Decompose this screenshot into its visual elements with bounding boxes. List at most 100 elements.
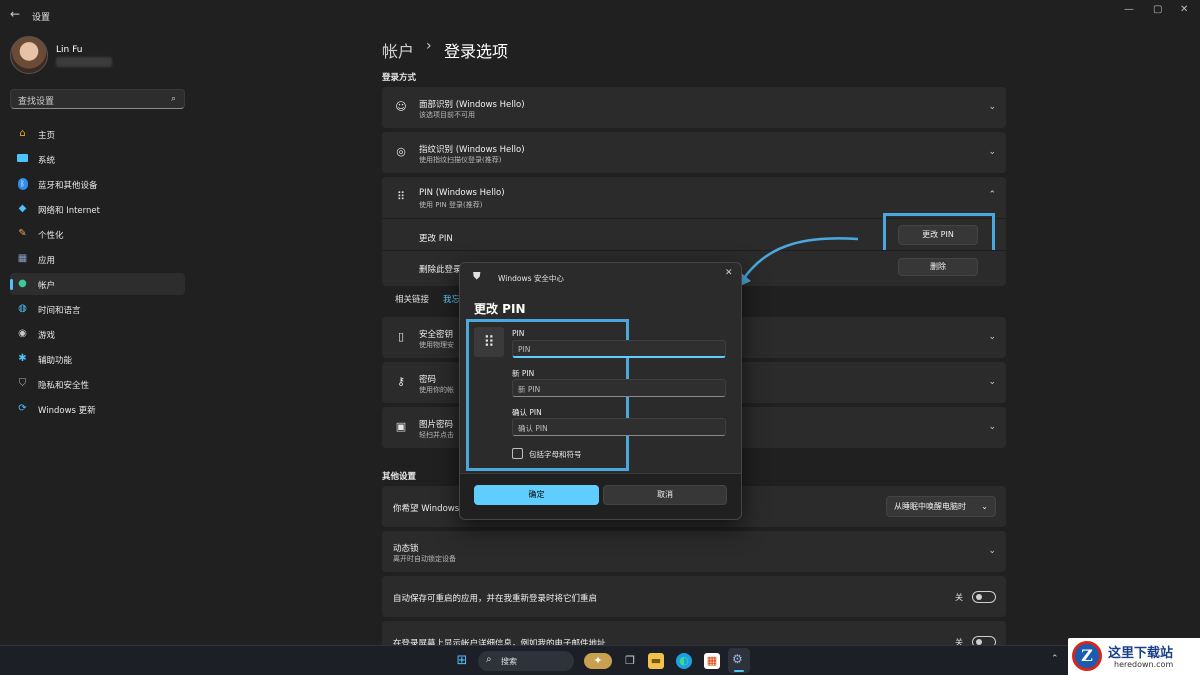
card-title: 动态锁: [393, 544, 419, 554]
dialog-caption: Windows 安全中心: [498, 274, 564, 283]
card-title: 你希望 Windows: [393, 504, 460, 514]
sidebar-item-label: 时间和语言: [38, 306, 81, 316]
dialog-close-icon[interactable]: ✕: [725, 268, 733, 278]
current-pin-input[interactable]: PIN: [512, 340, 726, 358]
sidebar-item-label: 辅助功能: [38, 356, 73, 366]
keypad-icon: ⠿: [396, 190, 406, 203]
forgot-pin-link[interactable]: 我忘: [443, 293, 460, 305]
new-pin-label: 新 PIN: [512, 369, 535, 378]
card-title: 面部识别 (Windows Hello): [419, 100, 525, 110]
chevron-down-icon[interactable]: ⌄: [988, 102, 996, 112]
search-input[interactable]: 查找设置 ⌕: [10, 89, 185, 109]
sidebar-item-privacy[interactable]: ⛉ 隐私和安全性: [10, 373, 185, 395]
update-icon: ⟳: [18, 403, 27, 414]
include-letters-checkbox[interactable]: [512, 448, 523, 459]
sidebar-item-home[interactable]: ⌂ 主页: [10, 123, 185, 145]
taskbar-search-placeholder: 搜索: [501, 657, 517, 666]
change-pin-dialog: ⛊ Windows 安全中心 ✕ 更改 PIN ⠿ PIN PIN 新 PIN …: [459, 262, 742, 520]
chevron-down-icon[interactable]: ⌄: [988, 422, 996, 432]
sidebar-item-label: 隐私和安全性: [38, 381, 90, 391]
breadcrumb-separator: ›: [426, 38, 432, 54]
edge-icon[interactable]: ◐: [676, 653, 692, 669]
window-title: 设置: [32, 13, 51, 23]
sidebar-item-personalization[interactable]: ✎ 个性化: [10, 223, 185, 245]
card-subtitle: 使用 PIN 登录(推荐): [419, 201, 483, 209]
sidebar-item-label: 游戏: [38, 331, 56, 341]
chevron-up-icon[interactable]: ⌃: [988, 190, 996, 200]
search-icon[interactable]: ⌕: [171, 94, 176, 104]
section-heading-other: 其他设置: [382, 472, 417, 482]
card-restart-apps: 自动保存可重启的应用，并在我重新登录时将它们重启 关: [382, 576, 1006, 617]
chevron-down-icon[interactable]: ⌄: [988, 377, 996, 387]
file-explorer-icon[interactable]: ▬: [648, 653, 664, 669]
watermark: Z 这里下载站 heredown.com: [1068, 638, 1200, 675]
dialog-title: 更改 PIN: [474, 302, 526, 316]
key-icon: ⚷: [396, 375, 406, 388]
title-bar: ← 设置 — ▢ ✕: [0, 0, 1200, 30]
taskbar-search[interactable]: ⌕ 搜索: [478, 651, 574, 671]
card-subtitle: 轻扫并点击: [419, 431, 454, 439]
picture-icon: ▣: [395, 420, 407, 433]
sidebar-item-bluetooth[interactable]: ᛒ 蓝牙和其他设备: [10, 173, 185, 195]
card-title: 在登录屏幕上显示帐户详细信息，例如我的电子邮件地址: [393, 639, 606, 645]
card-subtitle: 离开时自动锁定设备: [393, 555, 456, 563]
widgets-icon[interactable]: ✦: [584, 653, 612, 669]
face-icon: ☺: [395, 100, 407, 113]
toggle-state-label: 关: [955, 638, 963, 645]
sidebar-item-time-language[interactable]: ◍ 时间和语言: [10, 298, 185, 320]
account-details-toggle[interactable]: [972, 636, 996, 645]
card-subtitle: 该选项目前不可用: [419, 111, 475, 119]
chevron-down-icon: ⌄: [981, 502, 988, 511]
gaming-icon: ◉: [18, 328, 27, 339]
card-fingerprint[interactable]: ◎ 指纹识别 (Windows Hello) 使用指纹扫描仪登录(推荐) ⌄: [382, 132, 1006, 173]
close-icon[interactable]: ✕: [1180, 4, 1188, 15]
confirm-pin-input[interactable]: 确认 PIN: [512, 418, 726, 436]
new-pin-placeholder: 新 PIN: [518, 385, 541, 394]
store-icon[interactable]: ▦: [704, 653, 720, 669]
sidebar-item-label: 系统: [38, 156, 56, 166]
sidebar-item-apps[interactable]: ▦ 应用: [10, 248, 185, 270]
minimize-icon[interactable]: —: [1124, 4, 1134, 15]
globe-icon: ◍: [18, 303, 27, 314]
sidebar-item-network[interactable]: ◆ 网络和 Internet: [10, 198, 185, 220]
brush-icon: ✎: [18, 228, 27, 239]
remove-pin-label: 删除此登录: [419, 265, 462, 275]
page-title: 登录选项: [444, 42, 509, 61]
change-pin-button[interactable]: 更改 PIN: [898, 225, 978, 245]
chevron-down-icon[interactable]: ⌄: [988, 147, 996, 157]
sidebar-item-windows-update[interactable]: ⟳ Windows 更新: [10, 398, 185, 420]
confirm-pin-label: 确认 PIN: [512, 408, 542, 417]
search-placeholder: 查找设置: [18, 97, 55, 107]
bluetooth-icon: ᛒ: [16, 177, 29, 190]
remove-pin-button[interactable]: 删除: [898, 258, 978, 276]
user-email-redacted: [56, 57, 112, 67]
watermark-url: heredown.com: [1114, 660, 1174, 669]
sidebar-item-accessibility[interactable]: ✱ 辅助功能: [10, 348, 185, 370]
breadcrumb-parent[interactable]: 帐户: [382, 38, 414, 62]
require-signin-dropdown[interactable]: 从睡眠中唤醒电脑时 ⌄: [886, 496, 996, 517]
card-title: 指纹识别 (Windows Hello): [419, 145, 525, 155]
pin-label: PIN: [512, 329, 525, 338]
card-face-recognition[interactable]: ☺ 面部识别 (Windows Hello) 该选项目前不可用 ⌄: [382, 87, 1006, 128]
settings-taskbar-button[interactable]: ⚙: [728, 648, 750, 673]
sidebar-item-label: 个性化: [38, 231, 64, 241]
back-arrow-icon[interactable]: ←: [10, 7, 20, 21]
card-pin[interactable]: ⠿ PIN (Windows Hello) 使用 PIN 登录(推荐) ⌃: [382, 177, 1006, 218]
chevron-down-icon[interactable]: ⌄: [988, 332, 996, 342]
sidebar-item-gaming[interactable]: ◉ 游戏: [10, 323, 185, 345]
chevron-up-icon[interactable]: ⌃: [1051, 654, 1059, 664]
chevron-down-icon[interactable]: ⌄: [988, 546, 996, 556]
sidebar-item-accounts[interactable]: ● 帐户: [10, 273, 185, 295]
shield-icon: ⛉: [18, 378, 27, 389]
cancel-button[interactable]: 取消: [603, 485, 727, 505]
avatar[interactable]: [10, 36, 48, 74]
start-icon[interactable]: ⊞: [454, 653, 470, 669]
include-letters-label: 包括字母和符号: [529, 450, 582, 459]
task-view-icon[interactable]: ❐: [622, 653, 638, 669]
card-dynamic-lock[interactable]: 动态锁 离开时自动锁定设备 ⌄: [382, 531, 1006, 572]
maximize-icon[interactable]: ▢: [1153, 4, 1162, 15]
sidebar-item-system[interactable]: 系统: [10, 148, 185, 170]
restart-apps-toggle[interactable]: [972, 591, 996, 603]
new-pin-input[interactable]: 新 PIN: [512, 379, 726, 397]
ok-button[interactable]: 确定: [474, 485, 599, 505]
